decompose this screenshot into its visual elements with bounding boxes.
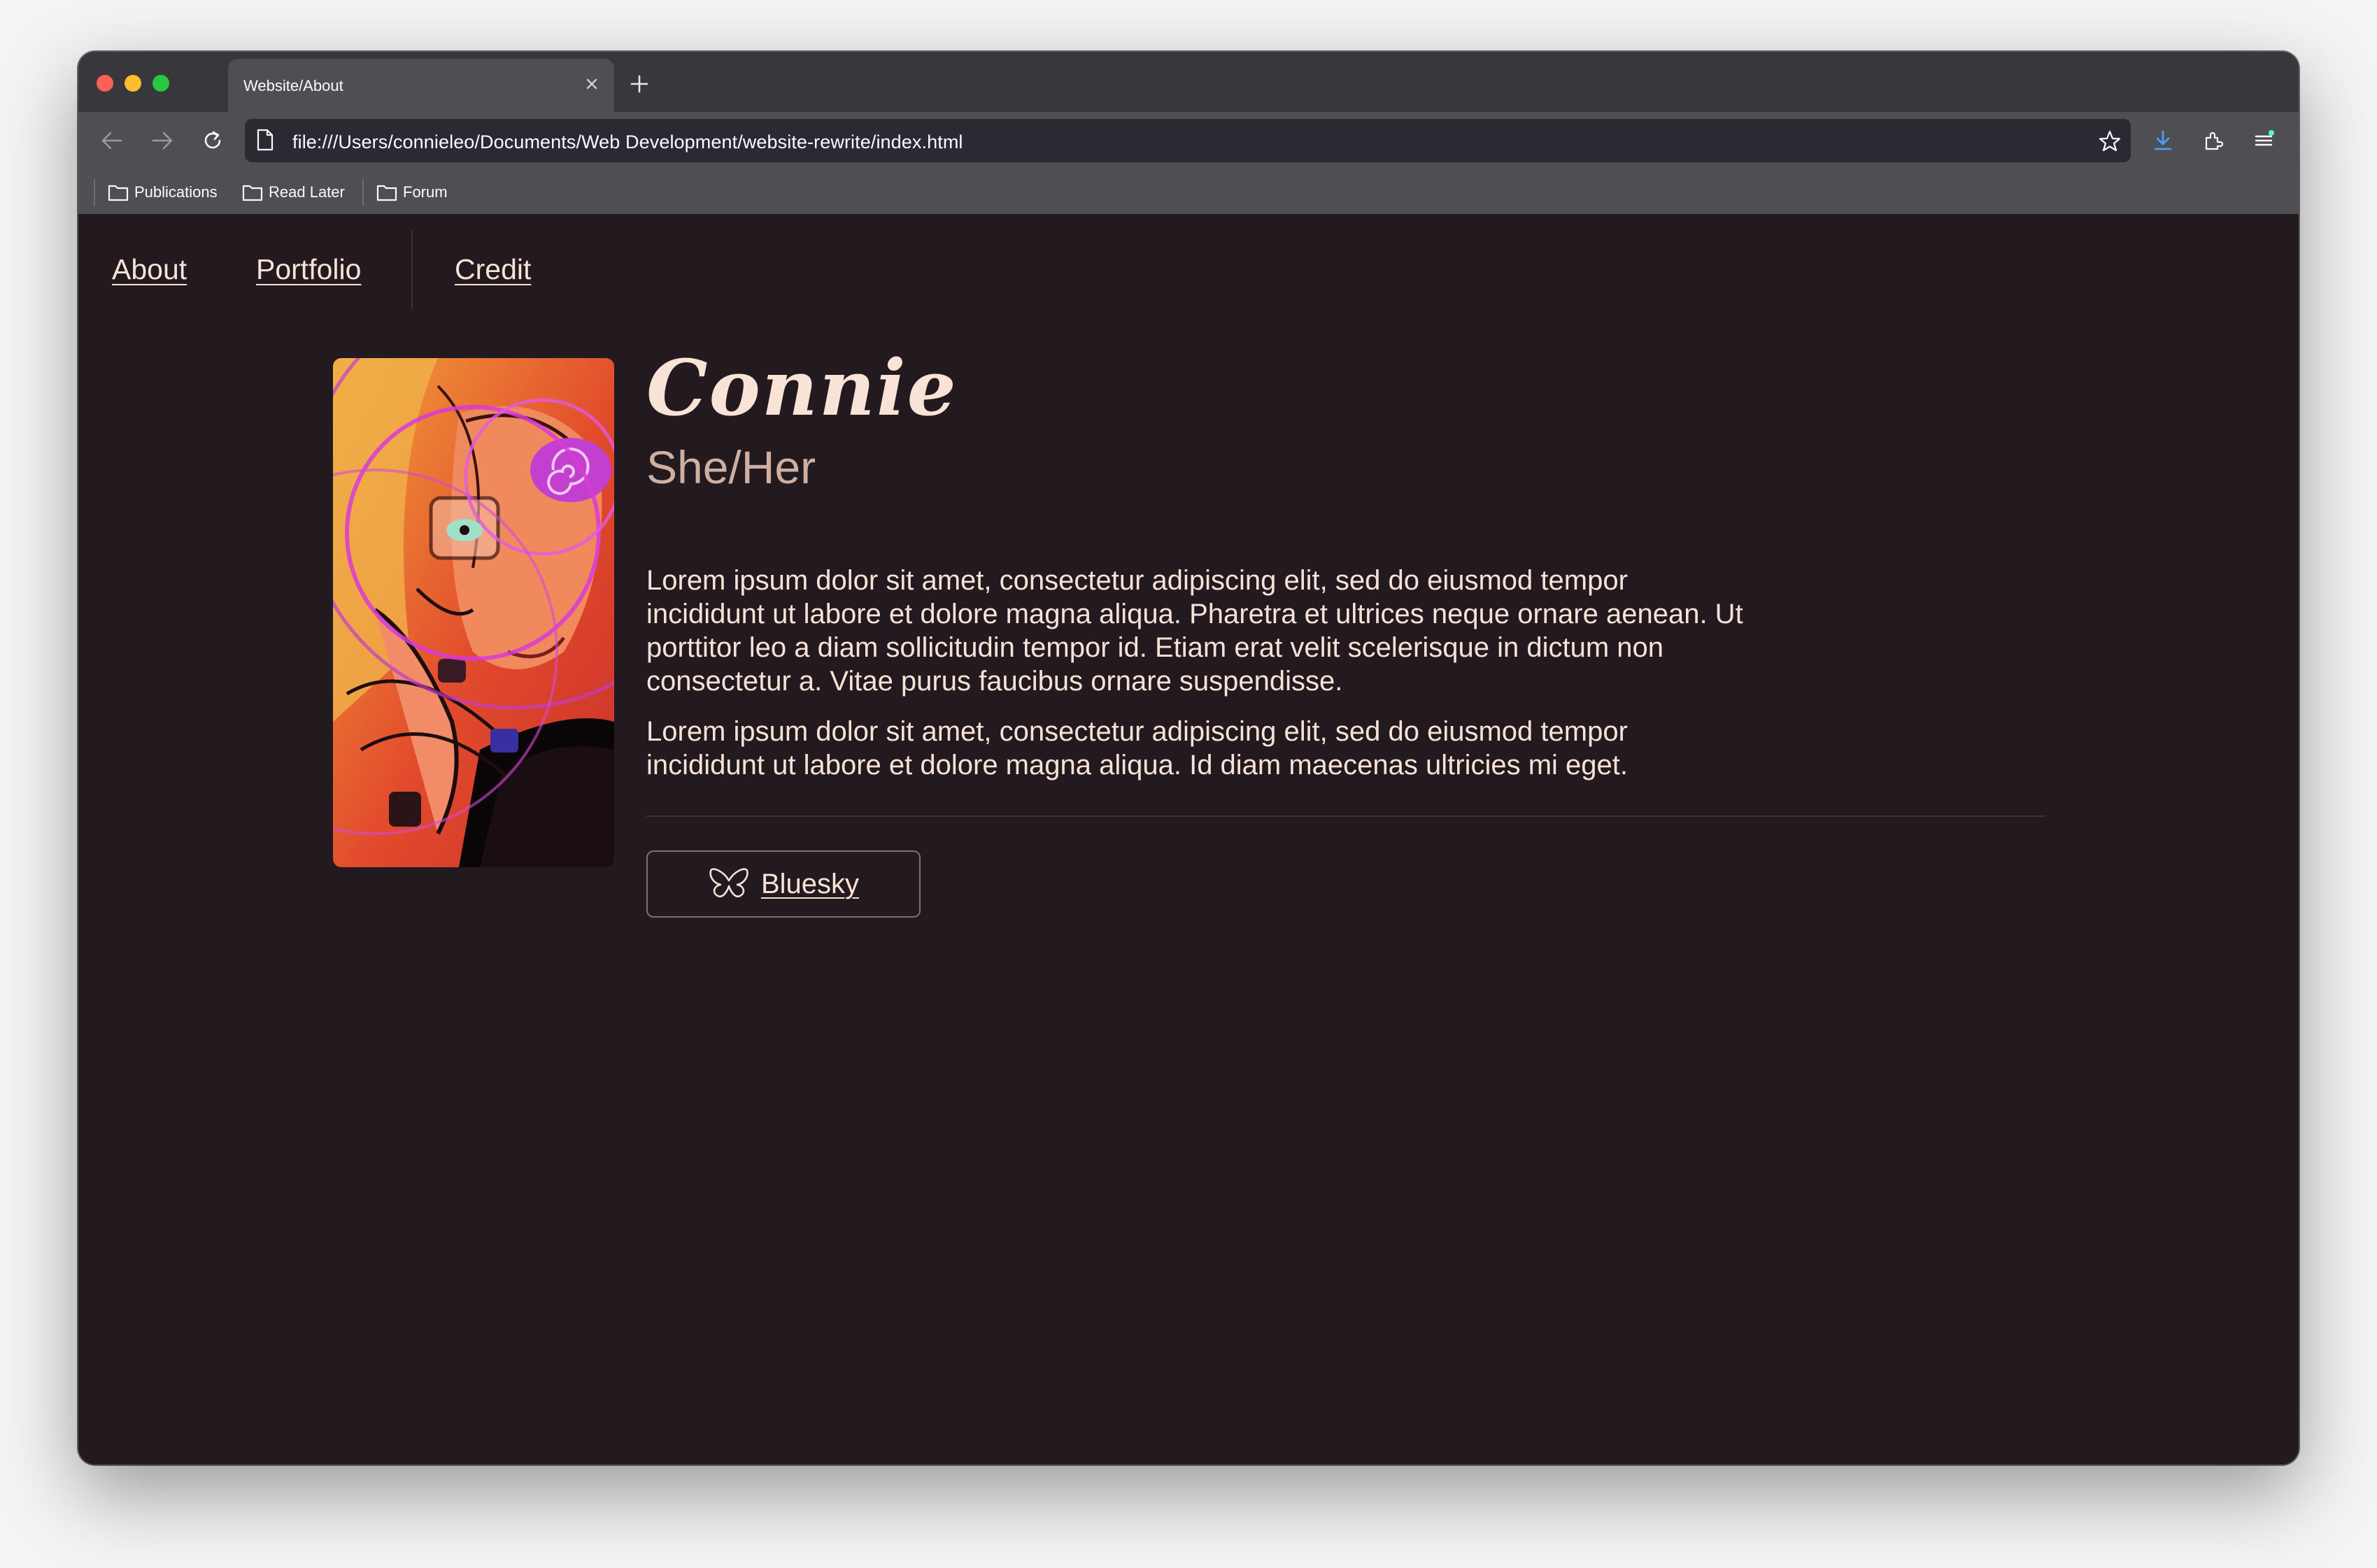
tab-active[interactable]: Website/About — [228, 59, 614, 112]
profile-pronouns: She/Her — [646, 441, 816, 493]
browser-window: Website/About file:///Users/connieleo/Do… — [78, 52, 2299, 1464]
bio-paragraph: Lorem ipsum dolor sit amet, consectetur … — [646, 565, 1743, 697]
reload-icon — [204, 131, 221, 149]
url-text: file:///Users/connieleo/Documents/Web De… — [292, 131, 963, 152]
bookmarks-separator — [362, 179, 364, 206]
folder-icon — [242, 185, 263, 201]
star-icon[interactable] — [2094, 126, 2125, 157]
bluesky-link-button[interactable]: Bluesky — [646, 850, 921, 918]
tab-title: Website/About — [243, 77, 343, 94]
nav-link-credit[interactable]: Credit — [455, 253, 531, 286]
address-bar[interactable]: file:///Users/connieleo/Documents/Web De… — [245, 119, 2131, 162]
forward-button[interactable] — [146, 124, 179, 157]
nav-link-about[interactable]: About — [112, 253, 187, 286]
bookmark-publications[interactable]: Publications — [108, 180, 218, 204]
bookmarks-separator — [94, 179, 95, 206]
bluesky-link-label: Bluesky — [760, 868, 860, 899]
nav-toolbar: file:///Users/connieleo/Documents/Web De… — [78, 112, 2299, 169]
new-tab-button[interactable] — [624, 69, 655, 99]
app-menu-button[interactable] — [2247, 124, 2280, 157]
folder-icon — [376, 185, 397, 201]
plus-icon — [630, 75, 648, 93]
close-tab-icon[interactable] — [579, 71, 604, 97]
section-divider — [646, 815, 2045, 817]
profile-name: Connie — [646, 343, 958, 433]
window-minimize-button[interactable] — [125, 75, 141, 92]
downloads-button[interactable] — [2146, 124, 2180, 157]
menu-icon — [2255, 130, 2274, 146]
page-icon — [256, 129, 274, 155]
window-close-button[interactable] — [97, 75, 113, 92]
forward-icon — [152, 131, 173, 150]
bookmark-read-later[interactable]: Read Later — [242, 180, 345, 204]
back-button[interactable] — [95, 124, 129, 157]
extensions-button[interactable] — [2197, 124, 2230, 157]
window-maximize-button[interactable] — [152, 75, 169, 92]
tab-strip: Website/About — [78, 52, 2299, 112]
bio-paragraph: Lorem ipsum dolor sit amet, consectetur … — [646, 716, 1629, 781]
bookmark-label: Publications — [134, 183, 218, 201]
bookmark-label: Forum — [403, 183, 448, 201]
folder-icon — [108, 185, 129, 201]
page-content: About Portfolio Credit Connie She/Her Lo… — [78, 215, 2299, 1464]
bookmark-forum[interactable]: Forum — [376, 180, 448, 204]
reload-button[interactable] — [196, 124, 229, 157]
download-icon — [2154, 130, 2172, 150]
profile-portrait-illustration — [333, 358, 614, 867]
nav-link-portfolio[interactable]: Portfolio — [256, 253, 361, 286]
extensions-icon — [2205, 131, 2224, 150]
bookmark-label: Read Later — [269, 183, 345, 201]
bookmarks-toolbar: Publications Read Later Forum — [78, 169, 2299, 215]
butterfly-icon — [709, 868, 748, 898]
nav-divider — [411, 231, 413, 309]
back-icon — [101, 131, 122, 150]
